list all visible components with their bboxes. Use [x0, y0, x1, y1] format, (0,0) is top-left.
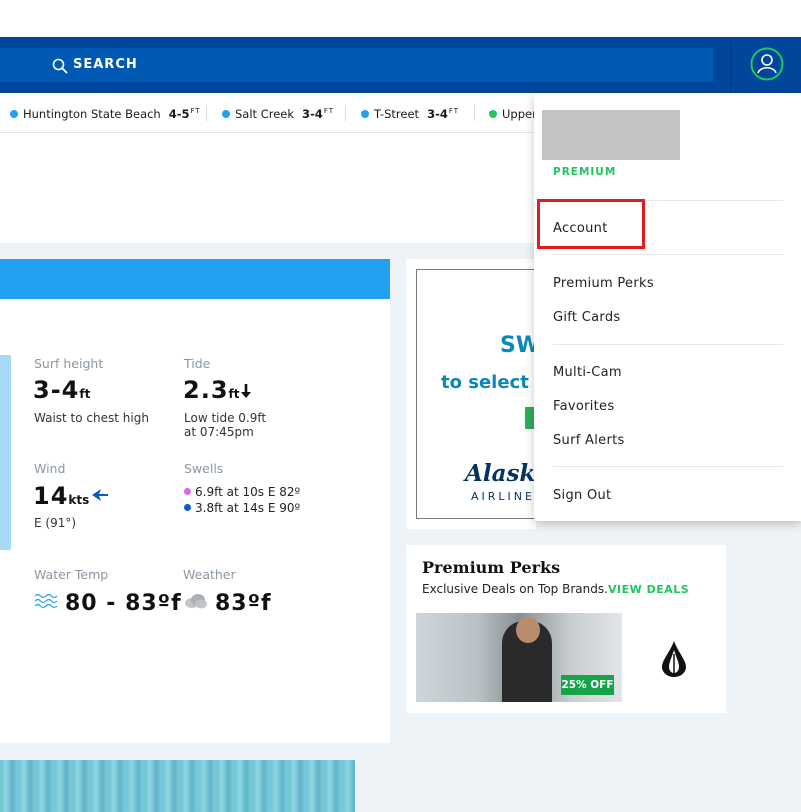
menu-item-favorites[interactable]: Favorites — [553, 399, 614, 414]
swell-row: 3.8ft at 14s E 90º — [184, 501, 300, 515]
menu-item-surf-alerts[interactable]: Surf Alerts — [553, 433, 625, 448]
swell-row: 6.9ft at 10s E 82º — [184, 485, 300, 499]
ad-tagline: to select s — [441, 372, 546, 393]
divider — [345, 105, 346, 121]
status-dot — [222, 110, 230, 118]
menu-divider — [553, 344, 783, 345]
top-strip — [0, 0, 801, 37]
perks-title: Premium Perks — [422, 558, 561, 577]
status-dot — [489, 110, 497, 118]
search-label[interactable]: SEARCH — [73, 57, 138, 72]
spot-name: Huntington State Beach — [23, 107, 161, 121]
wind-desc: E (91°) — [34, 516, 77, 530]
surf-cam-image[interactable] — [0, 760, 355, 812]
surf-height-label: Surf height — [34, 356, 104, 371]
menu-item-gift-cards[interactable]: Gift Cards — [553, 310, 620, 325]
card-header-bar — [0, 259, 390, 299]
menu-item-premium-perks[interactable]: Premium Perks — [553, 276, 654, 291]
status-dot — [361, 110, 369, 118]
weather-label: Weather — [183, 567, 236, 582]
ad-brand-sub: AIRLINE — [471, 490, 535, 503]
swell-text: 3.8ft at 14s E 90º — [195, 501, 301, 515]
cloud-icon — [185, 594, 207, 609]
spot-name: Salt Creek — [235, 107, 295, 121]
surf-height-desc: Waist to chest high — [34, 411, 149, 425]
spot-height: 4-5 — [168, 107, 190, 121]
weather-value: 83ºf — [215, 591, 272, 616]
menu-divider — [553, 466, 783, 467]
spot-name: T-Street — [374, 107, 420, 121]
spot-unit: FT — [323, 107, 334, 115]
swell-dot — [184, 488, 191, 495]
user-icon — [750, 47, 784, 81]
spot-name: Upper — [502, 107, 537, 121]
wind-number: 14 — [33, 482, 69, 510]
premium-tier-label: PREMIUM — [553, 166, 617, 178]
status-dot — [10, 110, 18, 118]
spot-height: 3-4 — [427, 107, 448, 121]
divider — [474, 105, 475, 121]
perks-subtitle: Exclusive Deals on Top Brands. — [422, 582, 608, 596]
wind-direction-arrow-icon — [92, 489, 108, 501]
wind-value: 14kts — [33, 482, 89, 510]
surf-height-number: 3-4 — [33, 376, 80, 404]
brand-drop-logo-icon[interactable] — [660, 640, 688, 678]
water-temp-value: 80 - 83ºf — [65, 591, 182, 616]
advertisement[interactable]: SW to select s Alask AIRLINE — [416, 269, 546, 519]
search-icon — [52, 58, 68, 74]
avatar — [542, 110, 680, 160]
swell-dot — [184, 504, 191, 511]
tide-number: 2.3 — [183, 376, 229, 404]
menu-item-multi-cam[interactable]: Multi-Cam — [553, 365, 622, 380]
model-head — [516, 617, 540, 643]
water-temp-label: Water Temp — [34, 567, 109, 582]
spot-unit: FT — [448, 107, 460, 115]
surf-height-value: 3-4ft — [33, 376, 90, 404]
account-highlight-box — [537, 199, 645, 249]
menu-item-sign-out[interactable]: Sign Out — [553, 488, 611, 503]
wind-unit: kts — [68, 493, 90, 507]
spot-height: 3-4 — [302, 107, 323, 121]
water-waves-icon — [34, 593, 58, 609]
ticker-spot[interactable]: Salt Creek 3-4FT — [222, 107, 334, 121]
ticker-spot[interactable]: Upper — [489, 107, 537, 121]
divider — [206, 105, 207, 121]
view-deals-link[interactable]: VIEW DEALS — [608, 583, 689, 596]
tide-value: 2.3ft — [183, 376, 239, 404]
surf-height-unit: ft — [79, 387, 91, 401]
ticker-spot[interactable]: T-Street 3-4FT — [361, 107, 459, 121]
swell-text: 6.9ft at 10s E 82º — [195, 485, 301, 499]
tide-time: at 07:45pm — [184, 425, 254, 439]
ad-brand-logo: Alask — [465, 460, 536, 487]
ticker-spot[interactable]: Huntington State Beach 4-5FT — [10, 107, 201, 121]
wind-label: Wind — [34, 461, 66, 476]
tide-falling-arrow-icon — [241, 384, 251, 398]
spot-unit: FT — [190, 107, 201, 115]
discount-badge: 25% OFF — [561, 675, 614, 695]
account-menu-button[interactable] — [730, 37, 801, 93]
cam-thumbnail[interactable] — [0, 355, 11, 550]
swells-label: Swells — [184, 461, 224, 476]
tide-unit: ft — [228, 387, 240, 401]
tide-desc: Low tide 0.9ft — [184, 411, 267, 425]
menu-divider — [553, 254, 783, 255]
tide-label: Tide — [184, 356, 211, 371]
